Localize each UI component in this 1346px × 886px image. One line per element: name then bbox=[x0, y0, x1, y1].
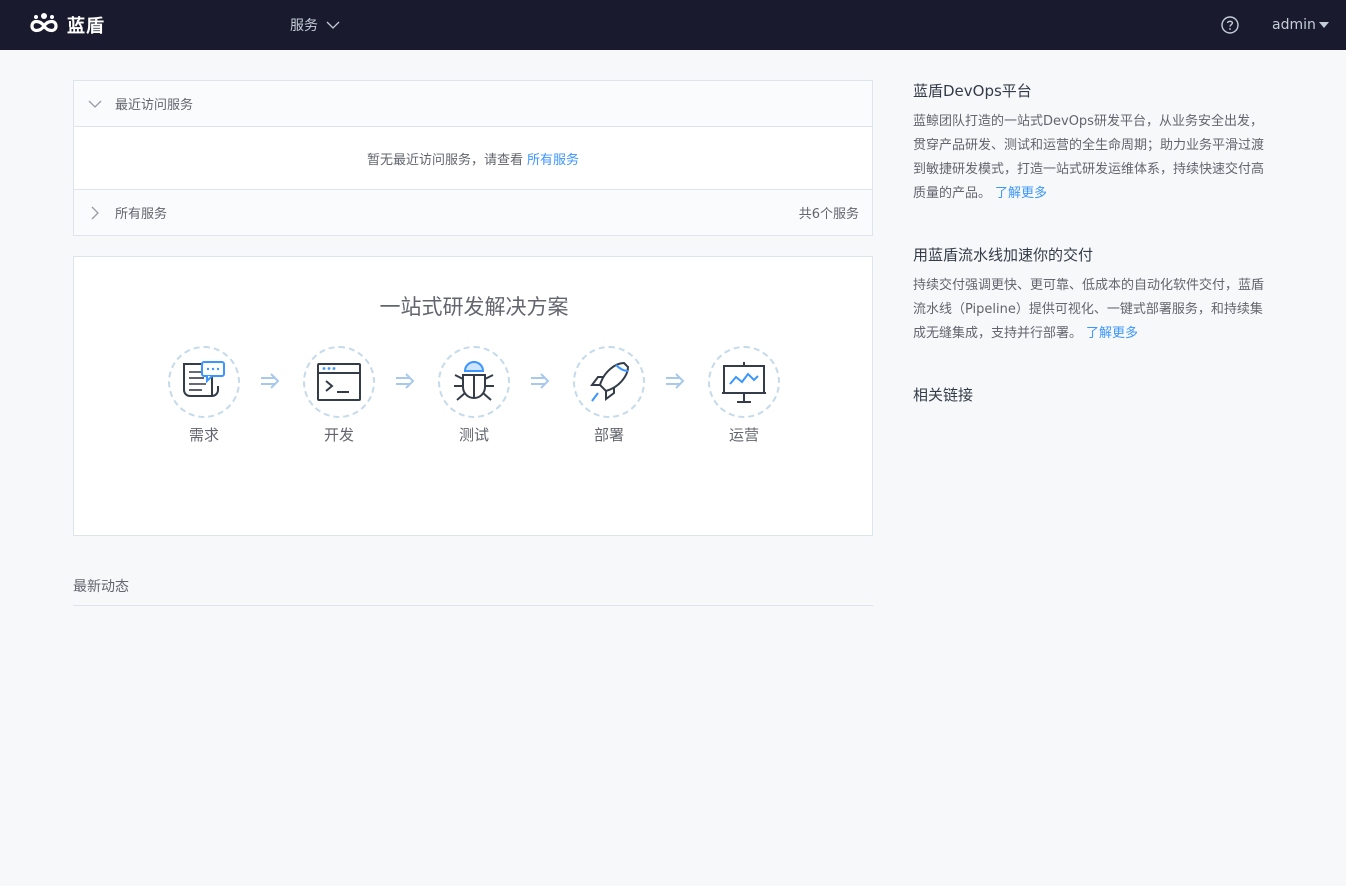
step-label: 开发 bbox=[323, 426, 354, 444]
recent-services-header[interactable]: 最近访问服务 bbox=[74, 81, 872, 127]
step-circle bbox=[438, 346, 510, 418]
step-circle bbox=[168, 346, 240, 418]
step-circle bbox=[573, 346, 645, 418]
nav-service-menu[interactable]: 服务 bbox=[290, 0, 340, 50]
services-count: 共6个服务 bbox=[798, 207, 859, 222]
flow-arrow-icon bbox=[531, 373, 550, 389]
step-label: 运营 bbox=[728, 426, 759, 444]
help-icon[interactable] bbox=[1221, 16, 1239, 34]
flow-arrow-icon bbox=[261, 373, 280, 389]
nav-service-label: 服务 bbox=[290, 18, 318, 34]
chevron-down-icon bbox=[88, 97, 102, 111]
info-sidebar: 蓝盾DevOps平台 蓝鲸团队打造的一站式DevOps研发平台，从业务安全出发，… bbox=[913, 80, 1283, 406]
pipeline-description: 持续交付强调更快、更可靠、低成本的自动化软件交付，蓝盾流水线（Pipeline）… bbox=[913, 274, 1275, 346]
rocket-icon bbox=[590, 361, 630, 402]
logo-text: 蓝盾 bbox=[67, 16, 105, 37]
all-services-header[interactable]: 所有服务 共6个服务 bbox=[74, 190, 872, 235]
logo[interactable]: 蓝盾 bbox=[27, 9, 105, 41]
related-links-title: 相关链接 bbox=[913, 386, 974, 404]
step-label: 部署 bbox=[593, 426, 624, 444]
step-testing: 测试 bbox=[437, 346, 511, 445]
empty-text: 暂无最近访问服务，请查看 bbox=[366, 152, 523, 168]
solution-card: 一站式研发解决方案 需求 开发 测试 部署 运营 bbox=[73, 256, 873, 536]
all-services-link[interactable]: 所有服务 bbox=[527, 149, 579, 168]
pipeline-title: 用蓝盾流水线加速你的交付 bbox=[913, 246, 1094, 264]
service-panel: 最近访问服务 暂无最近访问服务，请查看 所有服务 所有服务 共6个服务 bbox=[73, 80, 873, 236]
top-navbar: 蓝盾 服务 admin bbox=[0, 0, 1346, 50]
pipeline-learn-more-link[interactable]: 了解更多 bbox=[1086, 326, 1138, 341]
presentation-chart-icon bbox=[722, 362, 766, 403]
platform-description: 蓝鲸团队打造的一站式DevOps研发平台，从业务安全出发，贯穿产品研发、测试和运… bbox=[913, 110, 1275, 206]
caret-down-icon bbox=[1318, 22, 1329, 28]
platform-body: 蓝鲸团队打造的一站式DevOps研发平台，从业务安全出发，贯穿产品研发、测试和运… bbox=[913, 114, 1265, 201]
step-circle bbox=[303, 346, 375, 418]
username: admin bbox=[1272, 17, 1316, 33]
platform-title: 蓝盾DevOps平台 bbox=[913, 82, 1032, 100]
step-circle bbox=[708, 346, 780, 418]
all-services-title: 所有服务 bbox=[115, 207, 168, 222]
step-requirement: 需求 bbox=[167, 346, 241, 445]
step-label: 需求 bbox=[188, 426, 219, 444]
step-label: 测试 bbox=[458, 426, 489, 444]
platform-learn-more-link[interactable]: 了解更多 bbox=[995, 186, 1047, 201]
step-deployment: 部署 bbox=[572, 346, 646, 445]
latest-activity-title: 最新动态 bbox=[73, 576, 873, 606]
chevron-down-icon bbox=[326, 20, 340, 30]
bug-icon bbox=[454, 361, 494, 401]
user-menu[interactable]: admin bbox=[1272, 0, 1329, 50]
chevron-right-icon bbox=[88, 206, 102, 220]
solution-title: 一站式研发解决方案 bbox=[379, 295, 569, 319]
step-operations: 运营 bbox=[707, 346, 781, 445]
flow-arrow-icon bbox=[666, 373, 685, 389]
step-development: 开发 bbox=[302, 346, 376, 445]
recent-services-empty: 暂无最近访问服务，请查看 所有服务 bbox=[74, 127, 872, 190]
flow-arrow-icon bbox=[396, 373, 415, 389]
terminal-icon bbox=[317, 363, 361, 401]
requirement-doc-icon bbox=[183, 361, 225, 398]
recent-services-title: 最近访问服务 bbox=[115, 98, 194, 113]
logo-icon bbox=[30, 13, 58, 33]
